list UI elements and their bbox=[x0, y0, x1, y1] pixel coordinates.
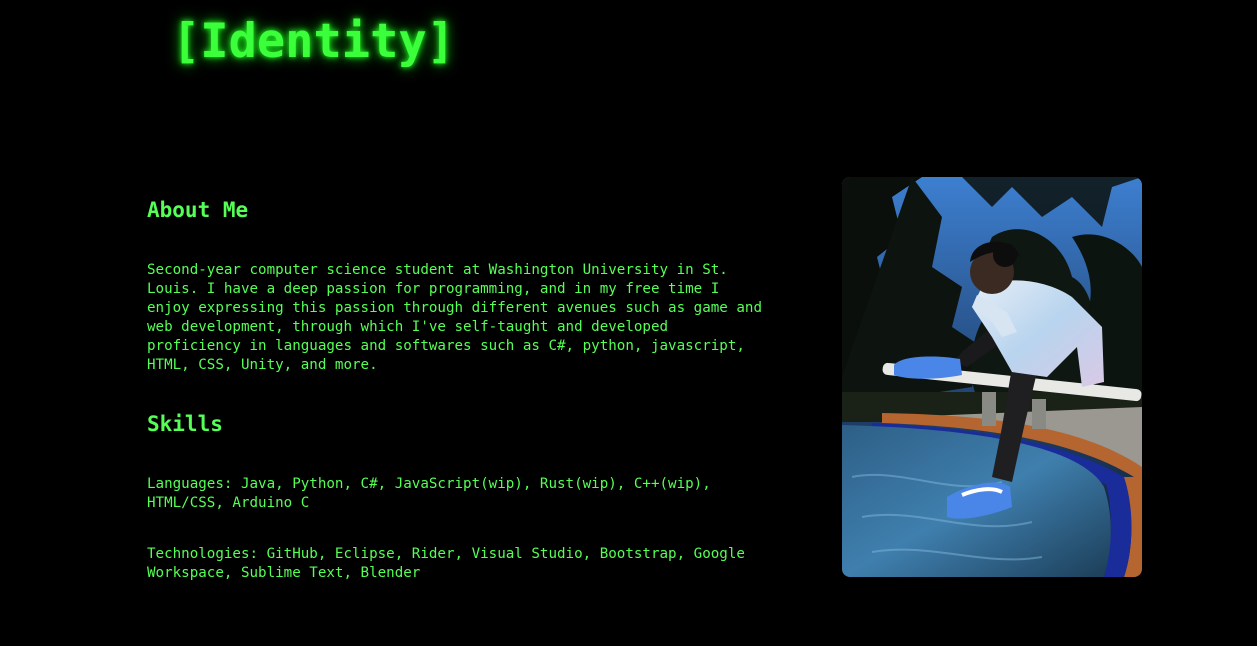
about-text: Second-year computer science student at … bbox=[147, 262, 762, 373]
about-heading: About Me bbox=[147, 198, 249, 222]
skills-technologies-text: Technologies: GitHub, Eclipse, Rider, Vi… bbox=[147, 546, 745, 581]
site-logo[interactable]: [Identity] bbox=[172, 12, 455, 72]
skills-heading: Skills bbox=[147, 412, 223, 436]
profile-photo bbox=[842, 177, 1142, 577]
skills-languages-text: Languages: Java, Python, C#, JavaScript(… bbox=[147, 476, 711, 511]
